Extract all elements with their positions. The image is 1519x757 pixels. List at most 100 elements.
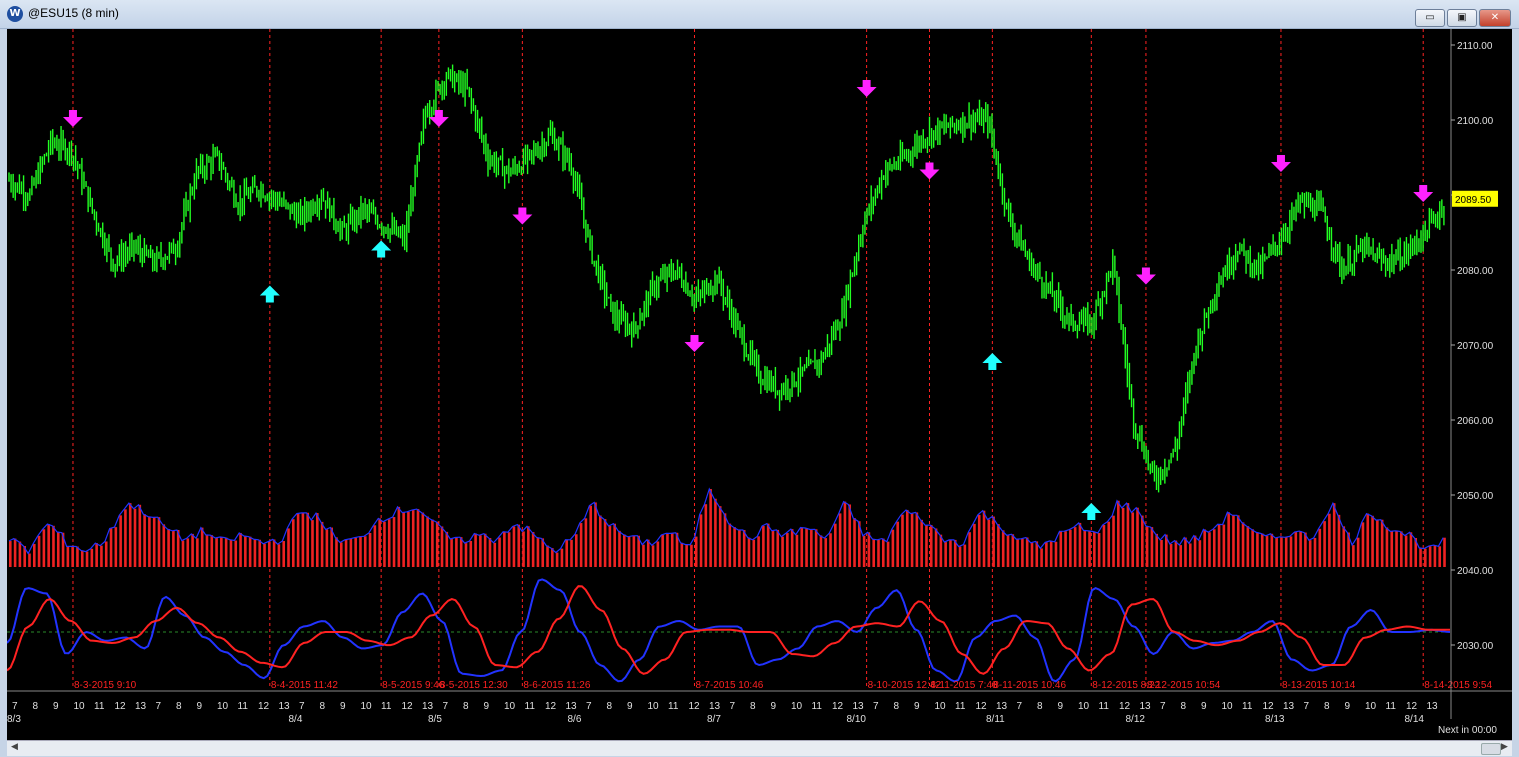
hour-label: 11 (812, 701, 823, 712)
volume-bar (1198, 540, 1202, 567)
volume-bar (119, 515, 122, 567)
volume-bar (498, 537, 501, 567)
date-label: 8/6 (568, 714, 582, 725)
volume-bar (1021, 538, 1024, 567)
hour-label: 10 (648, 701, 660, 712)
volume-bar (383, 521, 386, 567)
last-price-label: 2089.50 (1455, 195, 1492, 206)
volume-bar (632, 535, 636, 567)
volume-bar (407, 511, 410, 567)
down-arrow-icon (62, 110, 83, 127)
volume-bar (224, 537, 228, 567)
volume-bar (766, 523, 770, 567)
volume-bar (771, 530, 775, 567)
volume-bar (517, 524, 521, 567)
volume-bar (512, 526, 516, 567)
volume-bar (80, 550, 84, 567)
scroll-right-icon[interactable]: ▶ (1501, 742, 1508, 752)
date-label: 8/7 (707, 714, 721, 725)
volume-bar (728, 523, 732, 567)
volume-bar (493, 542, 497, 567)
volume-bar (944, 542, 947, 567)
hour-label: 10 (74, 701, 86, 712)
volume-bar (1131, 512, 1135, 567)
hour-label: 10 (935, 701, 947, 712)
volume-bar (1073, 527, 1077, 567)
price-bars (8, 64, 1445, 493)
date-label: 8/14 (1405, 714, 1425, 725)
volume-bar (1150, 527, 1154, 567)
volume-histogram (8, 487, 1446, 567)
hour-label: 13 (1427, 701, 1439, 712)
volume-bar (229, 539, 233, 567)
maximize-button[interactable]: ▣ (1447, 9, 1477, 27)
volume-bar (455, 537, 458, 567)
scroll-thumb[interactable] (1481, 743, 1501, 755)
price-chart-svg[interactable]: 8-3-2015 9:10 8-4-2015 11:42 8-5-2015 9:46… (6, 29, 1512, 740)
volume-bar (143, 514, 146, 567)
hour-label: 7 (156, 701, 162, 712)
volume-bar (1265, 535, 1269, 567)
volume-bar (1006, 535, 1010, 567)
volume-bar (958, 546, 962, 567)
hour-label: 8 (33, 701, 39, 712)
volume-bar (330, 527, 333, 567)
scroll-left-icon[interactable]: ◀ (11, 742, 18, 752)
volume-bar (1313, 537, 1317, 567)
hour-label: 11 (1242, 701, 1253, 712)
volume-bar (387, 519, 391, 567)
volume-bar (1049, 540, 1053, 567)
volume-bar (1328, 513, 1331, 567)
volume-bar (445, 531, 449, 567)
volume-bar (891, 529, 895, 567)
volume-bar (181, 540, 185, 567)
hour-label: 7 (586, 701, 592, 712)
hour-label: 9 (1201, 701, 1207, 712)
up-arrow-icon (371, 240, 392, 258)
hour-label: 10 (1365, 701, 1377, 712)
volume-bar (1112, 515, 1115, 567)
volume-bar (450, 539, 453, 567)
volume-bar (594, 502, 597, 567)
minimize-button[interactable]: ▭ (1415, 9, 1445, 27)
close-button[interactable]: ✕ (1479, 9, 1511, 27)
down-arrow-icon (856, 80, 877, 97)
down-arrow-icon (684, 335, 705, 352)
volume-bar (1040, 548, 1043, 567)
volume-bar (1136, 507, 1139, 567)
volume-bar (258, 539, 262, 567)
volume-bar (598, 515, 602, 567)
volume-bar (776, 529, 780, 567)
volume-bar (872, 539, 875, 567)
hour-label: 7 (12, 701, 18, 712)
title-bar[interactable]: W @ESU15 (8 min) ▭ ▣ ✕ (0, 0, 1519, 29)
volume-bar (642, 544, 645, 567)
volume-bar (474, 533, 477, 567)
hour-label: 8 (1324, 701, 1330, 712)
volume-bar (296, 513, 300, 567)
chart-area[interactable]: 8-3-2015 9:10 8-4-2015 11:42 8-5-2015 9:46… (6, 29, 1512, 740)
volume-bar (85, 551, 89, 567)
volume-bar (42, 529, 46, 567)
volume-bar (18, 541, 22, 567)
volume-bar (234, 540, 238, 567)
volume-bar (100, 545, 103, 567)
volume-bar (589, 505, 592, 567)
marker-label: 8-13-2015 10:14 (1282, 680, 1356, 691)
volume-bar (37, 535, 41, 567)
volume-bar (186, 538, 190, 567)
volume-bar (488, 538, 492, 567)
oscillator-slow-line (6, 585, 1450, 675)
hour-label: 8 (463, 701, 469, 712)
volume-bar (114, 527, 118, 567)
volume-bar (834, 523, 837, 567)
hour-label: 9 (53, 701, 59, 712)
volume-bar (1246, 526, 1250, 567)
volume-bar (138, 504, 142, 567)
volume-bar (1299, 531, 1302, 567)
volume-bar (28, 553, 31, 567)
volume-bar (1342, 526, 1346, 567)
hour-label: 12 (1263, 701, 1275, 712)
horizontal-scrollbar[interactable]: ◀ ▶ (7, 740, 1512, 756)
volume-bar (627, 536, 631, 567)
